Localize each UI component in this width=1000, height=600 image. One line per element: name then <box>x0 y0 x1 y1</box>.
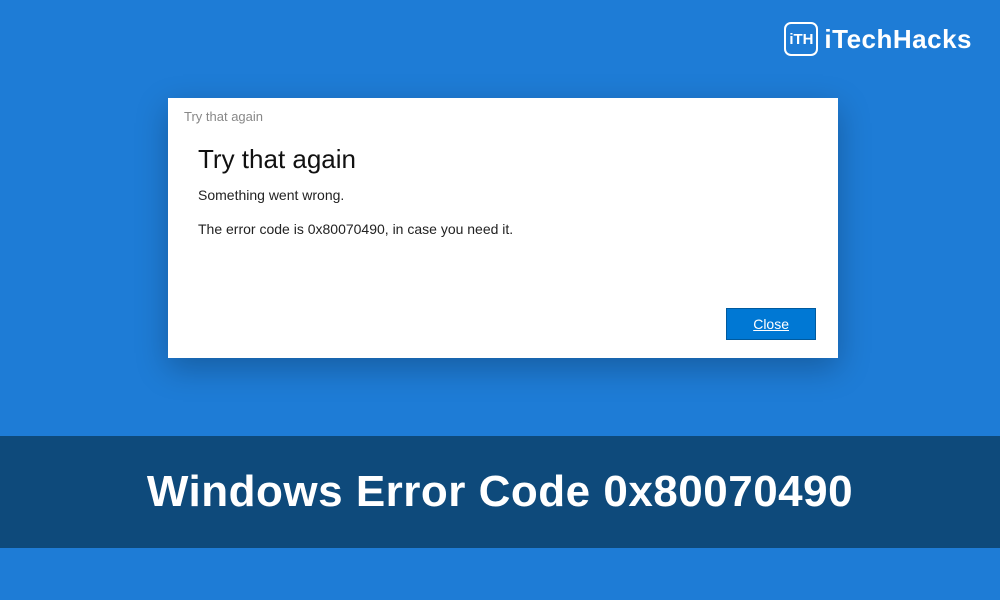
close-button[interactable]: Close <box>726 308 816 340</box>
brand-name: iTechHacks <box>824 24 972 55</box>
dialog-subtext: Something went wrong. <box>198 187 808 203</box>
dialog-footer: Close <box>726 308 816 340</box>
brand-logo-icon: iTH <box>784 22 818 56</box>
dialog-heading: Try that again <box>198 144 808 175</box>
error-dialog: Try that again Try that again Something … <box>168 98 838 358</box>
dialog-window-title: Try that again <box>168 98 838 128</box>
banner-text: Windows Error Code 0x80070490 <box>147 467 853 517</box>
brand-logo-text: iTH <box>789 31 813 48</box>
title-banner: Windows Error Code 0x80070490 <box>0 436 1000 548</box>
brand-logo-area: iTH iTechHacks <box>784 22 972 56</box>
dialog-body: Try that again Something went wrong. The… <box>168 128 838 237</box>
dialog-detail: The error code is 0x80070490, in case yo… <box>198 221 808 237</box>
